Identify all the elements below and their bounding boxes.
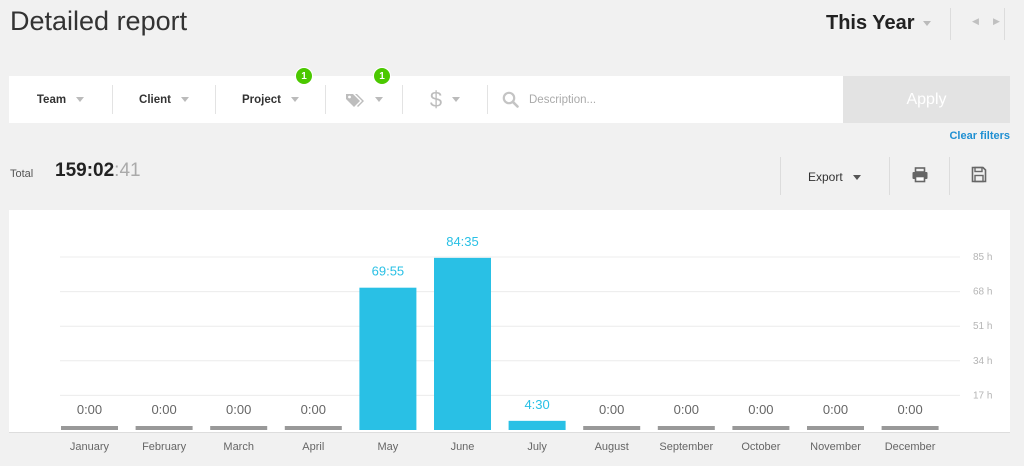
client-filter-label: Client — [139, 93, 171, 106]
divider — [889, 157, 890, 195]
project-filter[interactable]: Project 1 — [216, 67, 325, 123]
divider — [1004, 8, 1005, 40]
total-label: Total — [10, 168, 34, 180]
team-filter-label: Team — [36, 93, 67, 106]
save-icon[interactable] — [971, 166, 987, 183]
chevron-down-icon — [180, 97, 189, 102]
dollar-icon: $ — [429, 86, 443, 112]
print-icon[interactable] — [911, 166, 929, 184]
export-label: Export — [808, 170, 843, 184]
chevron-left-icon[interactable]: ◀ — [972, 16, 979, 27]
project-filter-label: Project — [242, 93, 281, 106]
divider — [780, 157, 781, 195]
export-dropdown[interactable]: Export — [808, 170, 861, 184]
billable-filter[interactable]: $ — [403, 76, 487, 123]
chevron-down-icon — [852, 174, 861, 180]
chevron-down-icon — [922, 21, 931, 26]
divider — [949, 157, 950, 195]
period-label: This Year — [826, 12, 915, 34]
client-filter[interactable]: Client — [113, 76, 215, 123]
apply-button[interactable]: Apply — [843, 76, 1010, 123]
chevron-down-icon — [375, 97, 383, 102]
tags-filter-badge: 1 — [373, 67, 391, 85]
project-filter-badge: 1 — [295, 67, 313, 85]
tag-icon — [346, 93, 364, 107]
description-search — [488, 76, 843, 123]
chart-axis-area — [9, 432, 1010, 466]
page-title: Detailed report — [10, 6, 188, 36]
filter-bar: Team Client Project 1 1 $ Apply — [9, 67, 1010, 123]
description-input[interactable] — [529, 93, 809, 106]
chevron-down-icon — [452, 97, 461, 102]
tags-filter[interactable]: 1 — [326, 67, 402, 123]
team-filter[interactable]: Team — [9, 76, 112, 123]
total-seconds: :41 — [114, 160, 141, 181]
total-duration: 159:02:41 — [55, 160, 141, 182]
chart-panel — [9, 210, 1010, 432]
chevron-right-icon[interactable]: ▶ — [993, 16, 1000, 27]
chevron-down-icon — [291, 97, 299, 102]
clear-filters-link[interactable]: Clear filters — [949, 130, 1010, 142]
divider — [950, 8, 951, 40]
search-icon — [502, 91, 519, 108]
total-hours-minutes: 159:02 — [55, 160, 115, 181]
period-selector[interactable]: This Year — [826, 12, 931, 35]
chevron-down-icon — [76, 97, 85, 102]
